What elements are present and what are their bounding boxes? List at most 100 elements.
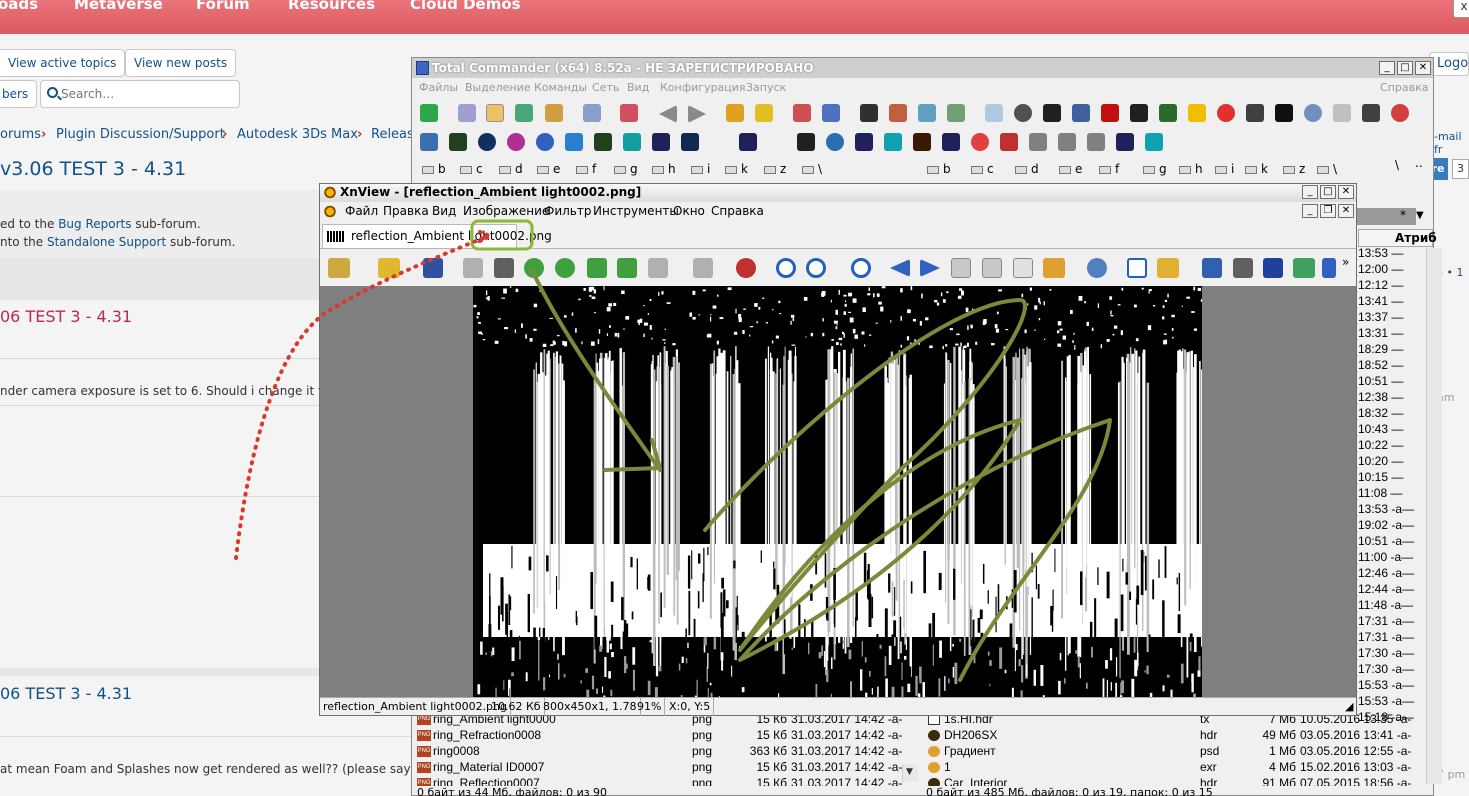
- archive-icon[interactable]: [726, 104, 744, 122]
- batch-icon[interactable]: [648, 258, 668, 278]
- nav-metaverse-link[interactable]: Metaverse: [74, 0, 163, 13]
- fullscreen-icon[interactable]: [1013, 258, 1033, 278]
- drive-f[interactable]: f: [1099, 162, 1119, 178]
- parent-dir-button[interactable]: ..: [1415, 156, 1423, 172]
- ftp-icon[interactable]: [793, 104, 811, 122]
- previous-icon[interactable]: [890, 259, 910, 277]
- view-active-topics-button[interactable]: View active topics: [0, 49, 126, 77]
- cube-icon[interactable]: [1362, 104, 1380, 122]
- xn-menu-file[interactable]: Файл: [345, 204, 378, 218]
- list-item[interactable]: DH206SX hdr 49 Мб 03.05.2016 13:41 -a-: [928, 728, 1426, 744]
- convert-icon[interactable]: [617, 258, 637, 278]
- terminal-icon[interactable]: [1130, 104, 1148, 122]
- drive-e[interactable]: e: [537, 162, 560, 178]
- document-icon[interactable]: [323, 205, 337, 218]
- drive-i[interactable]: i: [691, 162, 710, 178]
- email-link[interactable]: -mail fr: [1434, 130, 1469, 156]
- brief-view-icon[interactable]: [458, 104, 476, 122]
- find-files-icon[interactable]: [860, 104, 878, 122]
- chevron-down-icon[interactable]: ▼: [1416, 210, 1424, 221]
- app-icon[interactable]: [971, 133, 989, 151]
- next-icon[interactable]: [920, 259, 940, 277]
- photoshop-icon[interactable]: [681, 133, 699, 151]
- network-icon[interactable]: [1029, 133, 1047, 151]
- maximize-button[interactable]: □: [1397, 61, 1413, 75]
- 3ds-icon[interactable]: [623, 133, 641, 151]
- info-icon[interactable]: [1087, 258, 1107, 278]
- tc-menu-help[interactable]: Справка: [1380, 81, 1428, 94]
- drive-k[interactable]: k: [1245, 162, 1268, 178]
- app-icon[interactable]: [1159, 104, 1177, 122]
- app-icon[interactable]: [507, 133, 525, 151]
- after-effects-icon[interactable]: [855, 133, 873, 151]
- tool-icon[interactable]: [1322, 258, 1336, 278]
- rotate-left-icon[interactable]: [524, 258, 544, 278]
- xn-menu-filter[interactable]: Фильтр: [544, 204, 591, 218]
- tab-image-file[interactable]: reflection_Ambient light0002.png: [322, 224, 552, 248]
- unpack-icon[interactable]: [755, 104, 773, 122]
- rg-icon[interactable]: [594, 133, 612, 151]
- refresh-icon[interactable]: [420, 104, 438, 122]
- maximize-button[interactable]: □: [1320, 185, 1336, 199]
- animate-icon[interactable]: [942, 133, 960, 151]
- back-arrow-icon[interactable]: [659, 105, 677, 123]
- zoom-icon[interactable]: [806, 258, 826, 278]
- xn-title-bar[interactable]: XnView - [reflection_Ambient light0002.p…: [320, 184, 1356, 202]
- tc-menu-selection[interactable]: Выделение: [465, 81, 531, 94]
- drive-d[interactable]: d: [499, 162, 523, 178]
- bridge-icon[interactable]: [913, 133, 931, 151]
- rg-icon[interactable]: [449, 133, 467, 151]
- tree-icon[interactable]: [545, 104, 563, 122]
- drive-g[interactable]: g: [1143, 162, 1167, 178]
- gear-icon[interactable]: [1304, 104, 1322, 122]
- post-2-title[interactable]: 06 TEST 3 - 4.31: [0, 684, 132, 703]
- after-effects-icon[interactable]: [1116, 133, 1134, 151]
- drive-b[interactable]: b: [927, 162, 951, 178]
- runner-icon[interactable]: [1333, 104, 1351, 122]
- url-icon[interactable]: [822, 104, 840, 122]
- print-icon[interactable]: [1233, 258, 1253, 278]
- drive-h[interactable]: h: [652, 162, 676, 178]
- doc-close-button[interactable]: ✕: [1338, 204, 1354, 218]
- filter-star[interactable]: *: [1400, 208, 1406, 222]
- tc-menu-launch[interactable]: Запуск: [746, 81, 786, 94]
- drive-i[interactable]: i: [1215, 162, 1234, 178]
- breadcrumb-forums[interactable]: orums: [0, 127, 41, 142]
- drive-z[interactable]: z: [764, 162, 786, 178]
- compare-icon[interactable]: [918, 104, 936, 122]
- network-icon[interactable]: [1087, 133, 1105, 151]
- list-item[interactable]: PNG ring0008 png 363 Кб 31.03.2017 14:42 …: [417, 744, 927, 760]
- after-effects-icon[interactable]: [652, 133, 670, 151]
- search-app-icon[interactable]: [1275, 104, 1293, 122]
- nav-forum-link[interactable]: Forum: [196, 0, 250, 13]
- doc-restore-button[interactable]: ❐: [1320, 204, 1336, 218]
- close-button[interactable]: ✕: [1415, 61, 1431, 75]
- page-number-box[interactable]: 3: [1452, 159, 1469, 179]
- drive-network[interactable]: \: [802, 162, 822, 178]
- app-icon[interactable]: [884, 133, 902, 151]
- drive-b[interactable]: b: [422, 162, 446, 178]
- xn-menu-tools[interactable]: Инструменты: [593, 204, 679, 218]
- notepad-icon[interactable]: [985, 104, 1003, 122]
- standalone-support-link[interactable]: Standalone Support: [47, 235, 166, 249]
- chevron-down-icon[interactable]: ▼: [906, 767, 913, 777]
- save-icon[interactable]: [423, 258, 443, 278]
- monitor-icon[interactable]: [1246, 104, 1264, 122]
- nav-resources-link[interactable]: Resources: [288, 0, 375, 13]
- displayed-image[interactable]: [473, 286, 1202, 697]
- tc-right-path-bar[interactable]: [1352, 208, 1416, 225]
- logout-button[interactable]: Logou: [1429, 52, 1469, 76]
- zoom-in-icon[interactable]: [776, 258, 796, 278]
- list-item[interactable]: PNG ring_Refraction0008 png 15 Кб 31.03.2…: [417, 728, 927, 744]
- nav-cloud-demos-link[interactable]: Cloud Demos: [410, 0, 521, 13]
- breadcrumb-plugin-discussion[interactable]: Plugin Discussion/Support: [56, 127, 225, 142]
- drive-c[interactable]: c: [971, 162, 994, 178]
- ball-icon[interactable]: [1391, 104, 1409, 122]
- browser-icon[interactable]: [328, 258, 350, 278]
- image-viewport[interactable]: [320, 286, 1356, 697]
- zoom-out-icon[interactable]: [851, 258, 871, 278]
- right-panel-scrollbar[interactable]: [1426, 248, 1442, 784]
- film-icon[interactable]: [1072, 104, 1090, 122]
- xn-menu-help[interactable]: Справка: [711, 204, 764, 218]
- binoculars-icon[interactable]: [1202, 258, 1222, 278]
